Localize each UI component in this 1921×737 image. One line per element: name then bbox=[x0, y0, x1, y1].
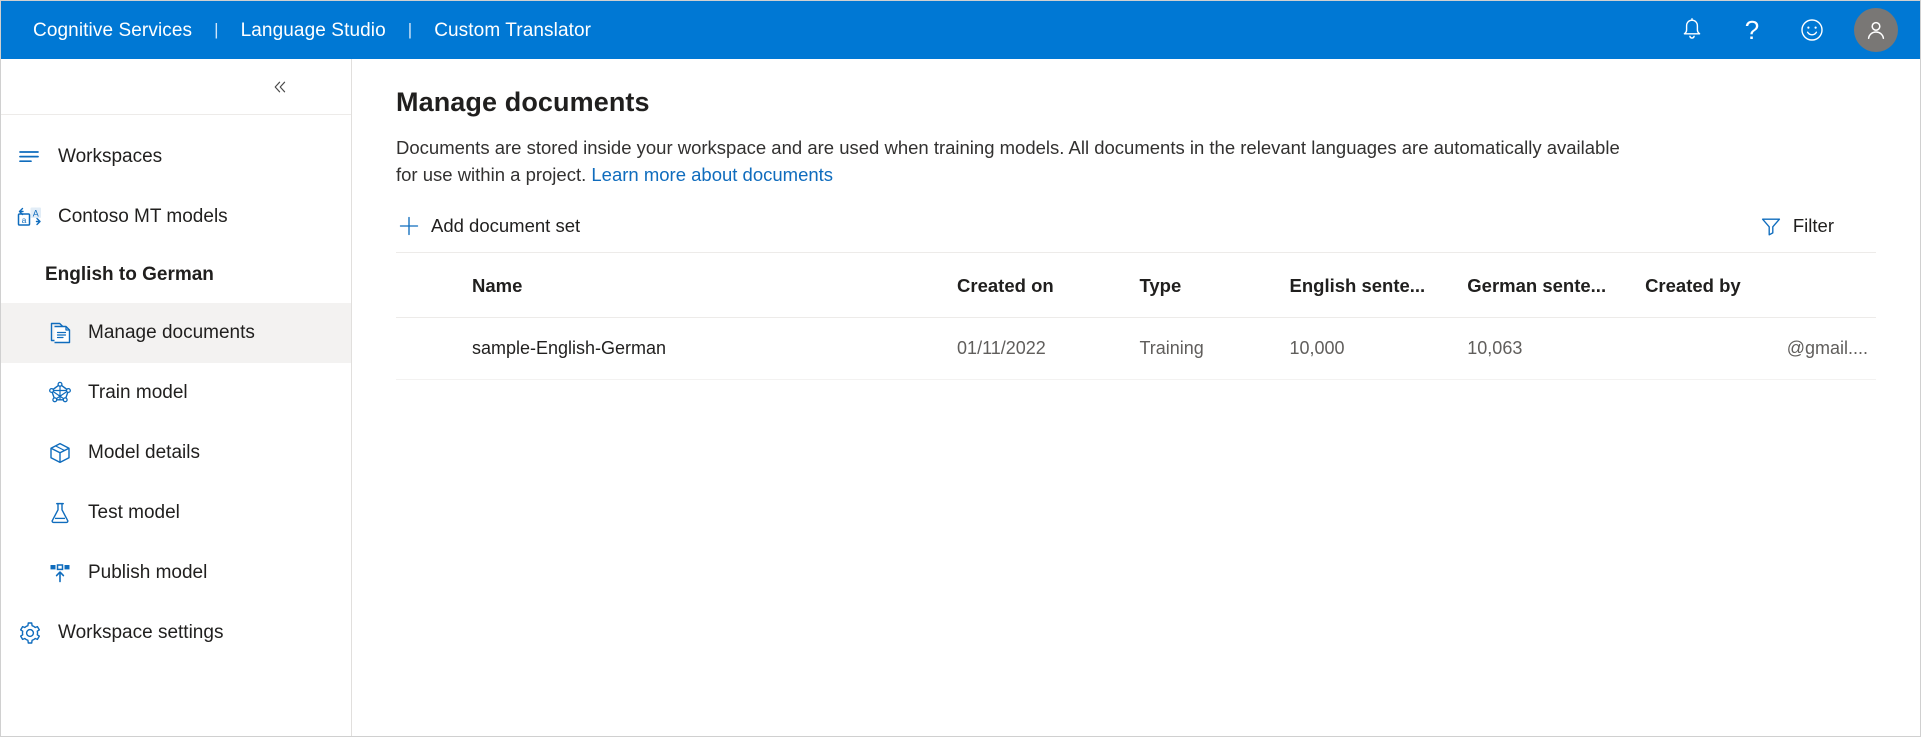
sidebar-header bbox=[1, 59, 351, 115]
table-header-row: Name Created on Type English sente... Ge… bbox=[396, 252, 1876, 318]
breadcrumb-separator-2: | bbox=[407, 20, 413, 39]
column-header-type[interactable]: Type bbox=[1139, 252, 1290, 318]
brand-cognitive-services[interactable]: Cognitive Services bbox=[31, 17, 194, 44]
cell-german-sentences: 10,063 bbox=[1467, 317, 1646, 380]
column-header-english-sentences[interactable]: English sente... bbox=[1289, 252, 1468, 318]
sidebar-item-label: Contoso MT models bbox=[58, 205, 228, 227]
sidebar-item-label: Manage documents bbox=[88, 321, 255, 343]
sidebar-item-label: Workspaces bbox=[58, 145, 163, 167]
column-header-german-sentences[interactable]: German sente... bbox=[1467, 252, 1646, 318]
neural-network-icon bbox=[45, 379, 75, 407]
sidebar-item-publish-model[interactable]: Publish model bbox=[1, 543, 351, 603]
chevron-double-left-icon[interactable] bbox=[265, 72, 295, 102]
sidebar-item-workspace-settings[interactable]: Workspace settings bbox=[1, 603, 351, 663]
filter-button[interactable]: Filter bbox=[1758, 211, 1840, 241]
column-header-created-by[interactable]: Created by bbox=[1645, 252, 1876, 318]
top-header-bar: Cognitive Services | Language Studio | C… bbox=[1, 1, 1920, 59]
feedback-smiley-icon[interactable] bbox=[1782, 7, 1842, 53]
help-glyph: ? bbox=[1744, 15, 1760, 45]
topbar-actions: ? bbox=[1662, 7, 1898, 53]
breadcrumb-separator-1: | bbox=[214, 20, 219, 39]
cell-type: Training bbox=[1139, 317, 1290, 380]
custom-translator-app: Cognitive Services | Language Studio | C… bbox=[0, 0, 1921, 737]
svg-text:A: A bbox=[33, 208, 39, 218]
body-split: Workspaces a A Contoso MT models English… bbox=[1, 59, 1920, 736]
account-avatar[interactable] bbox=[1854, 8, 1898, 52]
sidebar-item-model-details[interactable]: Model details bbox=[1, 423, 351, 483]
gear-icon bbox=[15, 619, 45, 647]
documents-table-head: Name Created on Type English sente... Ge… bbox=[396, 252, 1876, 318]
sidebar-item-label: Workspace settings bbox=[58, 621, 224, 643]
sidebar-navigation: Workspaces a A Contoso MT models English… bbox=[1, 59, 352, 736]
list-lines-icon bbox=[15, 143, 45, 171]
notification-bell-icon[interactable] bbox=[1662, 7, 1722, 53]
table-row[interactable]: sample-English-German 01/11/2022 Trainin… bbox=[396, 317, 1876, 380]
cell-created-by: @gmail.... bbox=[1645, 317, 1876, 380]
sidebar-item-label: Model details bbox=[88, 441, 200, 463]
sidebar-group-title: English to German bbox=[45, 264, 214, 285]
cell-name: sample-English-German bbox=[396, 317, 958, 380]
sidebar-item-train-model[interactable]: Train model bbox=[1, 363, 351, 423]
add-document-set-button[interactable]: Add document set bbox=[396, 211, 586, 241]
main-content: Manage documents Documents are stored in… bbox=[352, 59, 1920, 736]
filter-label: Filter bbox=[1792, 215, 1834, 236]
documents-table-body: sample-English-German 01/11/2022 Trainin… bbox=[396, 317, 1876, 380]
page-description-text: Documents are stored inside your workspa… bbox=[396, 137, 1620, 186]
learn-more-link[interactable]: Learn more about documents bbox=[591, 164, 833, 185]
svg-text:a: a bbox=[22, 215, 27, 225]
sidebar-item-label: Train model bbox=[88, 381, 188, 403]
cube-box-icon bbox=[45, 439, 75, 467]
sidebar-item-list: Workspaces a A Contoso MT models English… bbox=[1, 115, 351, 663]
sidebar-item-label: Publish model bbox=[88, 561, 208, 583]
add-document-set-label: Add document set bbox=[431, 215, 581, 236]
plus-icon bbox=[398, 215, 420, 237]
sidebar-item-contoso-mt-models[interactable]: a A Contoso MT models bbox=[1, 187, 351, 247]
brand-custom-translator[interactable]: Custom Translator bbox=[432, 17, 593, 44]
document-icon bbox=[45, 319, 75, 347]
translate-icon: a A bbox=[15, 203, 45, 231]
funnel-filter-icon bbox=[1760, 215, 1782, 237]
sidebar-item-label: Test model bbox=[88, 501, 180, 523]
page-description: Documents are stored inside your workspa… bbox=[396, 134, 1620, 189]
breadcrumb: Cognitive Services | Language Studio | C… bbox=[31, 17, 593, 44]
cell-created-on: 01/11/2022 bbox=[957, 317, 1140, 380]
documents-table: Name Created on Type English sente... Ge… bbox=[396, 252, 1876, 380]
sidebar-item-test-model[interactable]: Test model bbox=[1, 483, 351, 543]
brand-language-studio[interactable]: Language Studio bbox=[239, 17, 388, 44]
flask-icon bbox=[45, 499, 75, 527]
page-title: Manage documents bbox=[396, 87, 650, 117]
publish-upload-icon bbox=[45, 559, 75, 587]
sidebar-item-workspaces[interactable]: Workspaces bbox=[1, 127, 351, 187]
sidebar-item-manage-documents[interactable]: Manage documents bbox=[1, 303, 351, 363]
help-question-icon[interactable]: ? bbox=[1722, 7, 1782, 53]
cell-english-sentences: 10,000 bbox=[1289, 317, 1468, 380]
column-header-name[interactable]: Name bbox=[396, 252, 958, 318]
column-header-created-on[interactable]: Created on bbox=[957, 252, 1140, 318]
command-bar: Add document set Filter bbox=[396, 201, 1876, 253]
